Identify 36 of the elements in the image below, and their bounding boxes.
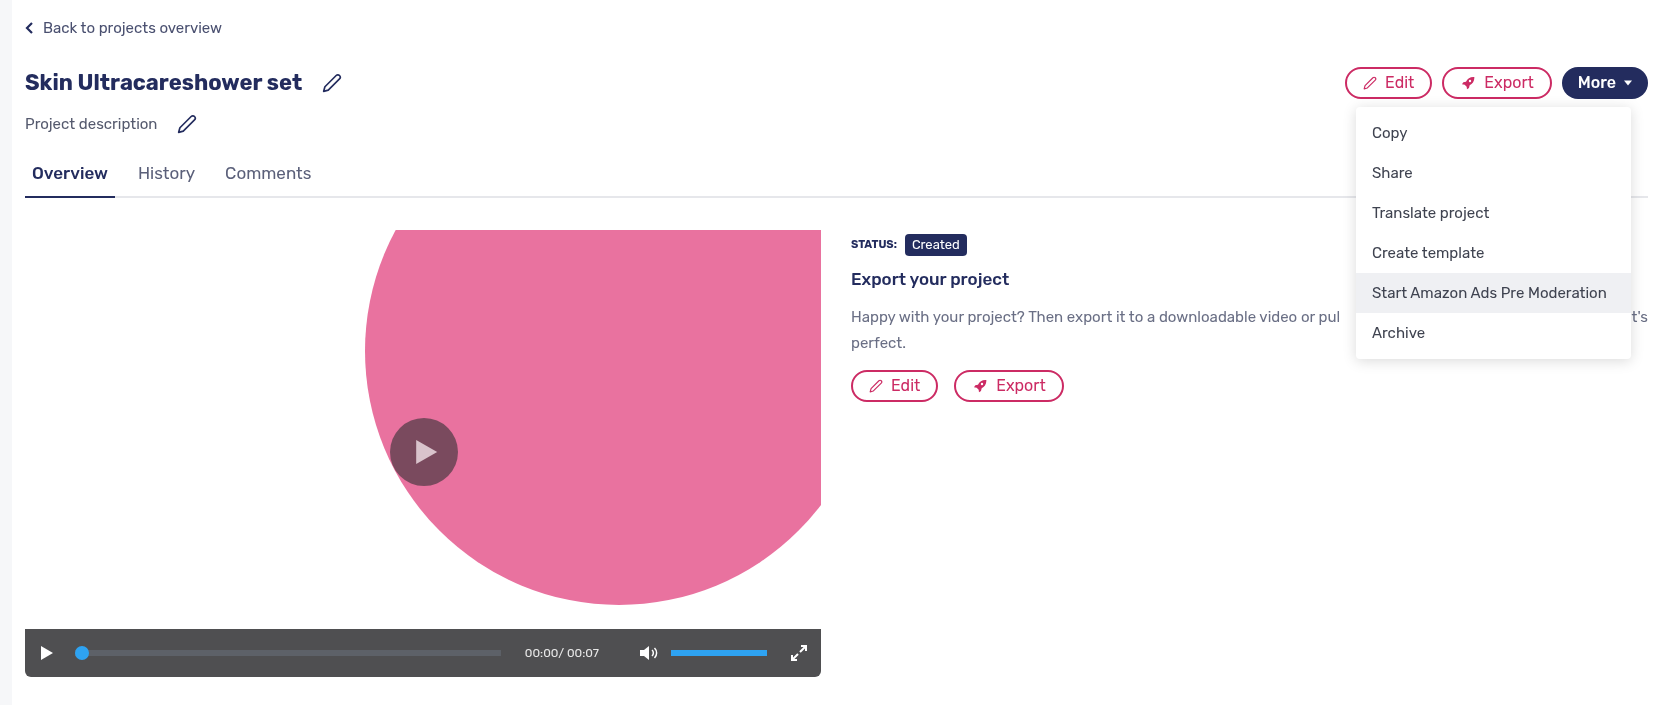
pencil-icon bbox=[1363, 75, 1378, 90]
pencil-icon bbox=[869, 379, 883, 393]
menu-item[interactable]: Archive bbox=[1356, 313, 1631, 353]
caret-icon bbox=[1624, 79, 1632, 86]
back-link[interactable]: Back to projects overview bbox=[25, 18, 1648, 38]
export-heading: Export your project bbox=[851, 267, 1011, 291]
menu-item[interactable]: Copy bbox=[1356, 113, 1631, 153]
tab[interactable]: Comments bbox=[218, 160, 319, 198]
menu-item[interactable]: Create template bbox=[1356, 233, 1631, 273]
project-description: Project description bbox=[25, 114, 158, 135]
rocket-icon bbox=[972, 378, 989, 394]
play-icon[interactable] bbox=[39, 645, 55, 661]
chevron-left-icon bbox=[25, 22, 35, 34]
status-badge: Created bbox=[904, 234, 967, 256]
tab[interactable]: Overview bbox=[25, 160, 115, 198]
pencil-icon bbox=[322, 72, 343, 93]
volume-icon[interactable] bbox=[639, 645, 659, 661]
export-description: perfect. bbox=[851, 333, 906, 354]
project-title: Skin Ultracareshower set bbox=[25, 68, 303, 98]
more-button[interactable]: More bbox=[1561, 66, 1648, 99]
export-description: Happy with your project? Then export it to a downloadable video or pul bbox=[851, 307, 1341, 328]
time-display: 00:00/ 00:07 bbox=[524, 645, 599, 662]
export-button[interactable]: Export bbox=[1442, 66, 1552, 99]
menu-item[interactable]: Share bbox=[1356, 153, 1631, 193]
progress-thumb[interactable] bbox=[75, 646, 89, 660]
menu-item[interactable]: Start Amazon Ads Pre Moderation bbox=[1356, 273, 1631, 313]
status-label: STATUS: bbox=[851, 236, 897, 253]
edit-button[interactable]: Edit bbox=[851, 370, 939, 402]
edit-button[interactable]: Edit bbox=[1345, 66, 1433, 99]
tab[interactable]: History bbox=[130, 160, 203, 198]
export-description: t's bbox=[1631, 307, 1648, 328]
pencil-icon bbox=[177, 114, 198, 135]
fullscreen-icon[interactable] bbox=[791, 645, 807, 661]
rocket-icon bbox=[1460, 74, 1477, 91]
export-button[interactable]: Export bbox=[954, 370, 1064, 402]
menu-item[interactable]: Translate project bbox=[1356, 193, 1631, 233]
